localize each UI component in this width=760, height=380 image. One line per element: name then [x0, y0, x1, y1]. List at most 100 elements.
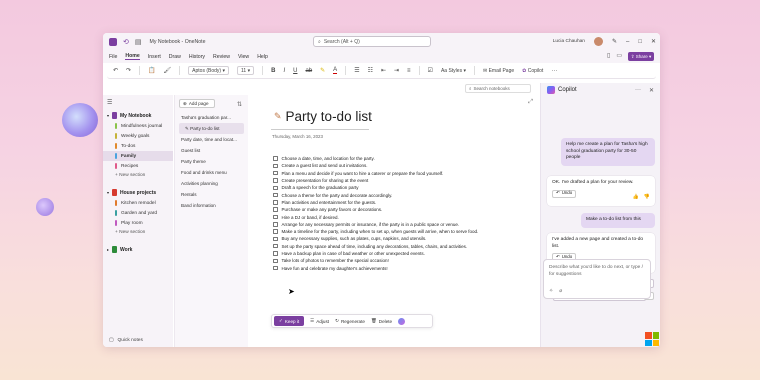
notebook-house-projects[interactable]: ▾ House projects — [103, 187, 173, 198]
checkbox[interactable] — [273, 236, 278, 242]
prompt-guide-icon[interactable]: ✧ — [549, 288, 553, 295]
checkbox[interactable] — [273, 156, 278, 161]
comment-icon[interactable]: ▭ — [616, 52, 622, 59]
section-garden-and-yard[interactable]: Garden and yard — [103, 208, 173, 218]
page-item-selected[interactable]: ✎ Party to-do list — [179, 123, 244, 134]
checkbox[interactable] — [273, 192, 278, 198]
email-page-button[interactable]: ✉ Email Page — [483, 68, 514, 74]
outdent-icon[interactable]: ⇤ — [381, 67, 386, 74]
copilot-ribbon-button[interactable]: ✿ Copilot — [522, 68, 543, 74]
back-icon[interactable]: ⟲ — [123, 38, 129, 46]
section-kitchen-remodel[interactable]: Kitchen remodel — [103, 198, 173, 208]
expand-icon[interactable]: ⤢ — [528, 99, 533, 106]
tag-icon[interactable]: ☑ — [428, 67, 433, 74]
menu-file[interactable]: File — [109, 54, 117, 60]
checkbox[interactable] — [273, 207, 278, 212]
checkbox[interactable] — [273, 178, 278, 183]
bold-icon[interactable]: B — [271, 68, 275, 74]
pen-icon[interactable]: ✎ — [612, 38, 617, 45]
section-family[interactable]: Family — [103, 151, 173, 161]
notebook-icon[interactable]: ▤ — [135, 38, 142, 46]
new-section-button[interactable]: + New section — [103, 228, 173, 238]
menu-history[interactable]: History — [189, 54, 205, 60]
section-to-dos[interactable]: To-dos — [103, 141, 173, 151]
bullets-icon[interactable]: ☰ — [354, 67, 359, 74]
page-title[interactable]: ✎ Party to-do list — [274, 109, 372, 124]
italic-icon[interactable]: I — [283, 68, 285, 74]
font-color-icon[interactable]: A — [333, 67, 338, 74]
numbering-icon[interactable]: ☷ — [368, 67, 373, 74]
sort-icon[interactable]: ⇅ — [237, 101, 242, 108]
search-box[interactable]: ⌕ Search (Alt + Q) — [313, 36, 431, 47]
page-item[interactable]: Activities planning — [179, 178, 244, 189]
paste-icon[interactable]: 📋 — [148, 67, 155, 74]
indent-icon[interactable]: ⇥ — [394, 67, 399, 74]
page-item[interactable]: Food and drinks menu — [179, 167, 244, 178]
add-page-button[interactable]: ⊕ Add page — [179, 99, 215, 108]
underline-icon[interactable]: U — [293, 68, 297, 74]
attach-icon[interactable]: ⌀ — [559, 288, 562, 295]
more-icon[interactable]: ··· — [551, 68, 557, 74]
page-item[interactable]: Band information — [179, 200, 244, 211]
highlight-icon[interactable]: ✎ — [320, 67, 325, 74]
page-item[interactable]: Guest list — [179, 145, 244, 156]
delete-button[interactable]: 🗑 Delete — [371, 318, 392, 324]
redo-icon[interactable]: ↷ — [126, 67, 131, 74]
checkbox[interactable] — [273, 265, 278, 271]
menu-home[interactable]: Home — [125, 53, 140, 60]
checkbox[interactable] — [273, 163, 278, 169]
menu-help[interactable]: Help — [257, 54, 268, 60]
checkbox[interactable] — [273, 229, 278, 234]
checkbox[interactable] — [273, 243, 278, 249]
menu-review[interactable]: Review — [213, 54, 230, 60]
page-item[interactable]: Party theme — [179, 156, 244, 167]
format-painter-icon[interactable]: 🖌 — [164, 67, 172, 74]
page-item[interactable]: Tasha's graduation par... — [179, 112, 244, 123]
styles-button[interactable]: Aa Styles ▾ — [441, 68, 466, 74]
new-section-button[interactable]: + New section — [103, 171, 173, 181]
checkbox[interactable] — [273, 222, 278, 227]
section-mindfulness-journal[interactable]: Mindfulness journal — [103, 121, 173, 131]
strikethrough-icon[interactable]: ab — [305, 68, 312, 74]
share-button[interactable]: ⇪ Share ▾ — [628, 52, 654, 61]
notebook-my-notebook[interactable]: ▾ My Notebook — [103, 110, 173, 121]
menu-view[interactable]: View — [238, 54, 249, 60]
regenerate-button[interactable]: ↻ Regenerate — [335, 318, 365, 324]
thumbs-down-icon[interactable]: 👎 — [644, 194, 650, 201]
notebook-work[interactable]: ▸ Work — [103, 244, 173, 255]
checkbox[interactable] — [273, 251, 278, 256]
page-canvas[interactable]: ⤢ ✎ Party to-do list Thursday, March 16,… — [249, 95, 539, 347]
page-item[interactable]: Rentals — [179, 189, 244, 200]
menu-draw[interactable]: Draw — [169, 54, 181, 60]
checkbox[interactable] — [273, 185, 278, 191]
font-size-select[interactable]: 11 ▾ — [236, 66, 255, 75]
close-icon[interactable]: ✕ — [649, 87, 654, 94]
undo-button[interactable]: ↶ Undo — [552, 189, 577, 198]
section-play-room[interactable]: Play room — [103, 218, 173, 228]
align-icon[interactable]: ≡ — [407, 68, 411, 74]
font-family-select[interactable]: Aptos (Body) ▾ — [188, 66, 229, 75]
thumbs-up-icon[interactable]: 👍 — [633, 194, 639, 201]
copilot-icon[interactable] — [398, 317, 406, 325]
checkbox[interactable] — [273, 258, 278, 264]
checkbox[interactable] — [273, 170, 278, 176]
close-icon[interactable]: ✕ — [651, 38, 656, 45]
section-recipes[interactable]: Recipes — [103, 161, 173, 171]
maximize-icon[interactable]: □ — [638, 39, 642, 45]
page-item[interactable]: Party date, time and locat... — [179, 134, 244, 145]
keep-it-button[interactable]: ✓ Keep it — [274, 316, 305, 326]
minimize-icon[interactable]: – — [626, 39, 629, 45]
undo-icon[interactable]: ↶ — [113, 67, 118, 74]
more-icon[interactable]: ··· — [635, 87, 641, 94]
avatar[interactable] — [593, 37, 603, 46]
search-notebooks-input[interactable]: ⌕ Search notebooks — [465, 84, 531, 93]
section-weekly-goals[interactable]: Weekly goals — [103, 131, 173, 141]
collapse-nav-icon[interactable]: ☰ — [103, 99, 173, 110]
checkbox[interactable] — [273, 200, 278, 205]
menu-insert[interactable]: Insert — [148, 54, 161, 60]
notebook-view-icon[interactable]: ▯ — [607, 52, 610, 59]
adjust-button[interactable]: ☰ Adjust — [310, 318, 329, 324]
checkbox[interactable] — [273, 214, 278, 220]
quick-notes-button[interactable]: ▢ Quick notes — [109, 338, 143, 343]
copilot-prompt-input[interactable]: Describe what you'd like to do next, or … — [543, 259, 651, 299]
